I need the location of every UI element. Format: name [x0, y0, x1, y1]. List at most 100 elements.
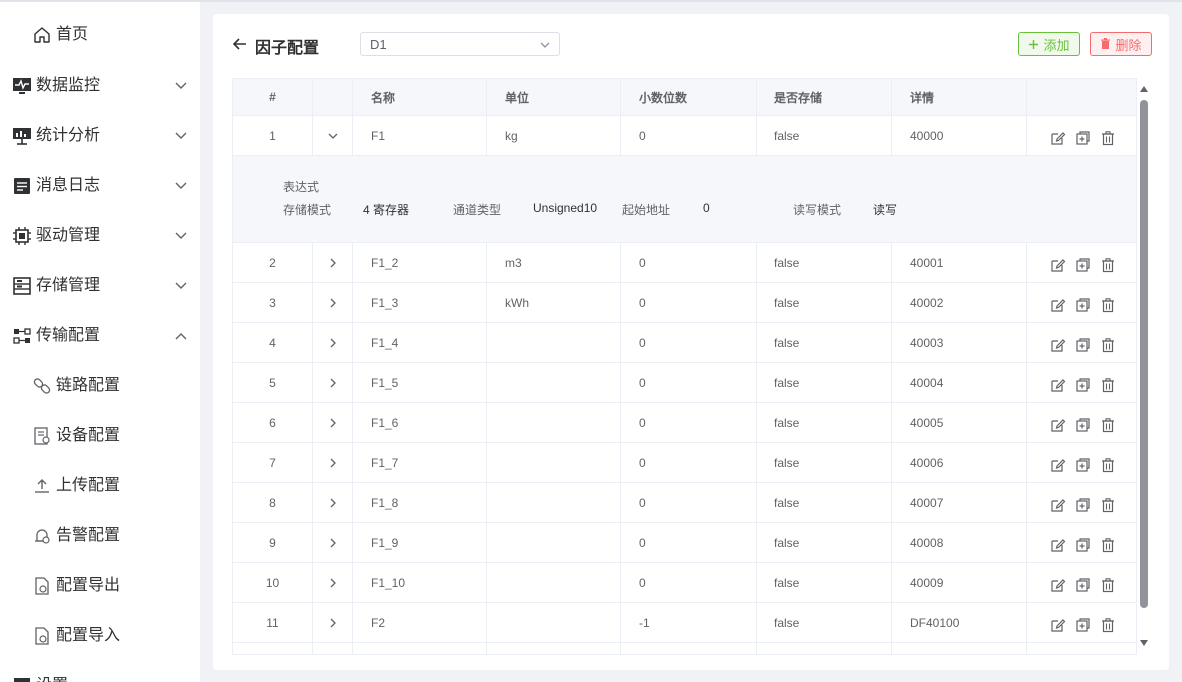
table-header-row: # 名称 单位 小数位数 是否存储 详情	[233, 79, 1136, 116]
delete-row-icon[interactable]	[1100, 377, 1116, 393]
chevron-down-icon	[175, 82, 187, 89]
copy-icon[interactable]	[1075, 257, 1091, 273]
device-select[interactable]: D1	[360, 32, 560, 56]
export-icon	[35, 577, 49, 595]
delete-row-icon[interactable]	[1100, 497, 1116, 513]
empty-cell	[233, 643, 313, 654]
back-arrow-icon[interactable]	[231, 35, 249, 53]
delete-row-icon[interactable]	[1100, 577, 1116, 593]
sidebar-item-data-monitor[interactable]: 数据监控	[0, 61, 200, 111]
row-index: 5	[233, 363, 313, 402]
sidebar-item-alarm-config[interactable]: 告警配置	[0, 511, 200, 561]
row-store: false	[757, 323, 892, 362]
empty-cell	[353, 643, 487, 654]
sidebar-item-driver[interactable]: 驱动管理	[0, 211, 200, 261]
chevron-right-icon[interactable]	[327, 577, 339, 589]
table-scrollbar[interactable]	[1137, 78, 1151, 655]
delete-row-icon[interactable]	[1100, 457, 1116, 473]
row-index: 10	[233, 563, 313, 602]
row-detail: 40001	[892, 243, 1027, 282]
copy-icon[interactable]	[1075, 377, 1091, 393]
delete-row-icon[interactable]	[1100, 337, 1116, 353]
expanded-row-detail: 表达式 存储模式 4 寄存器 通道类型 Unsigned10 起始地址 0 读写…	[233, 156, 1136, 243]
row-store: false	[757, 443, 892, 482]
sidebar-item-transfer[interactable]: 传输配置	[0, 311, 200, 361]
row-index: 6	[233, 403, 313, 442]
scroll-up-arrow-icon[interactable]	[1140, 86, 1148, 92]
sidebar-item-storage[interactable]: 存储管理	[0, 261, 200, 311]
copy-icon[interactable]	[1075, 297, 1091, 313]
chevron-right-icon[interactable]	[327, 417, 339, 429]
table-row: 4 F1_4 0 false 40003	[233, 323, 1136, 363]
add-button[interactable]: 添加	[1018, 32, 1080, 56]
edit-icon[interactable]	[1050, 257, 1066, 273]
copy-icon[interactable]	[1075, 617, 1091, 633]
copy-icon[interactable]	[1075, 577, 1091, 593]
row-decimals: 0	[621, 483, 757, 522]
row-decimals: 0	[621, 116, 757, 155]
row-decimals: 0	[621, 523, 757, 562]
rw-mode-label: 读写模式	[793, 203, 842, 217]
row-index: 7	[233, 443, 313, 482]
channel-type-label: 通道类型	[453, 203, 502, 217]
copy-icon[interactable]	[1075, 130, 1091, 146]
chevron-right-icon[interactable]	[327, 537, 339, 549]
delete-row-icon[interactable]	[1100, 417, 1116, 433]
edit-icon[interactable]	[1050, 130, 1066, 146]
chevron-right-icon[interactable]	[327, 617, 339, 629]
row-actions	[1027, 283, 1136, 322]
storage-icon	[13, 277, 31, 295]
row-unit: kg	[487, 116, 621, 155]
copy-icon[interactable]	[1075, 537, 1091, 553]
column-header-expand	[313, 79, 353, 115]
chevron-right-icon[interactable]	[327, 257, 339, 269]
sidebar-item-config-export[interactable]: 配置导出	[0, 561, 200, 611]
chevron-right-icon[interactable]	[327, 337, 339, 349]
column-header: 详情	[892, 79, 1027, 115]
delete-button[interactable]: 删除	[1090, 32, 1152, 56]
sidebar-item-upload-config[interactable]: 上传配置	[0, 461, 200, 511]
sidebar-item-label: 数据监控	[36, 77, 101, 94]
edit-icon[interactable]	[1050, 497, 1066, 513]
edit-icon[interactable]	[1050, 577, 1066, 593]
delete-row-icon[interactable]	[1100, 257, 1116, 273]
chevron-right-icon[interactable]	[327, 497, 339, 509]
sidebar-item-stats[interactable]: 统计分析	[0, 111, 200, 161]
chevron-right-icon[interactable]	[327, 377, 339, 389]
edit-icon[interactable]	[1050, 297, 1066, 313]
sidebar-item-message-log[interactable]: 消息日志	[0, 161, 200, 211]
copy-icon[interactable]	[1075, 457, 1091, 473]
edit-icon[interactable]	[1050, 417, 1066, 433]
table-row: 1 F1 kg 0 false 40000	[233, 116, 1136, 156]
main-card: 因子配置 D1 添加 删除 # 名称 单位 小数位数 是否存储 详情 表达式 存…	[213, 14, 1169, 670]
row-detail: 40008	[892, 523, 1027, 562]
chevron-down-icon[interactable]	[327, 130, 339, 142]
edit-icon[interactable]	[1050, 457, 1066, 473]
copy-icon[interactable]	[1075, 417, 1091, 433]
delete-row-icon[interactable]	[1100, 617, 1116, 633]
sidebar-item-link-config[interactable]: 链路配置	[0, 361, 200, 411]
edit-icon[interactable]	[1050, 337, 1066, 353]
sidebar-item-settings[interactable]: 设置	[0, 661, 200, 682]
delete-row-icon[interactable]	[1100, 537, 1116, 553]
row-store: false	[757, 603, 892, 642]
edit-icon[interactable]	[1050, 617, 1066, 633]
sidebar-item-device-config[interactable]: 设备配置	[0, 411, 200, 461]
copy-icon[interactable]	[1075, 337, 1091, 353]
copy-icon[interactable]	[1075, 497, 1091, 513]
sidebar-item-config-import[interactable]: 配置导入	[0, 611, 200, 661]
edit-icon[interactable]	[1050, 377, 1066, 393]
empty-cell	[892, 643, 1027, 654]
column-header: 是否存储	[757, 79, 892, 115]
scrollbar-thumb[interactable]	[1140, 100, 1148, 608]
sidebar-item-home[interactable]: 首页	[0, 10, 200, 60]
delete-row-icon[interactable]	[1100, 130, 1116, 146]
chevron-right-icon[interactable]	[327, 297, 339, 309]
empty-cell	[487, 643, 621, 654]
edit-icon[interactable]	[1050, 537, 1066, 553]
row-name: F1_7	[353, 443, 487, 482]
scroll-down-arrow-icon[interactable]	[1140, 640, 1148, 646]
row-index: 4	[233, 323, 313, 362]
chevron-right-icon[interactable]	[327, 457, 339, 469]
delete-row-icon[interactable]	[1100, 297, 1116, 313]
